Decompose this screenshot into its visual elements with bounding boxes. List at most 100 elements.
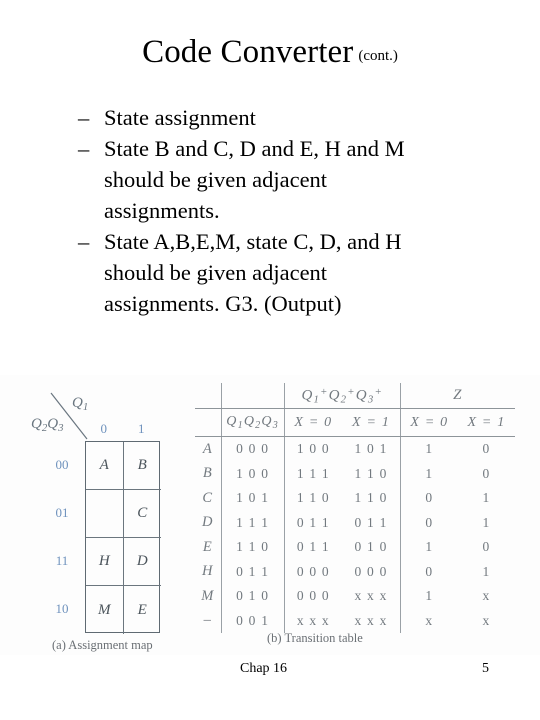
table-row: C 1 0 1 1 1 0 1 1 0 0 1 bbox=[195, 486, 515, 511]
row-next-state-x0: 1 0 0 bbox=[283, 436, 343, 462]
transition-table-caption: (b) Transition table bbox=[267, 631, 363, 645]
kmap-cell: C bbox=[123, 490, 161, 538]
row-output-x1: 0 bbox=[482, 465, 491, 481]
row-state-label: B bbox=[202, 465, 213, 482]
header-spacer bbox=[220, 383, 285, 409]
kmap-cell: A bbox=[86, 442, 124, 490]
row-state-label: A bbox=[202, 440, 213, 457]
row-state-label: M bbox=[201, 587, 215, 604]
row-next-state-x1: 1 1 0 bbox=[354, 490, 388, 506]
kmap-row-header-01: 01 bbox=[55, 505, 69, 520]
table-row: H 0 1 1 0 0 0 0 0 0 0 1 bbox=[195, 559, 515, 584]
kmap-grid: A B C H D M E bbox=[85, 441, 161, 634]
kmap-col-header-0: 0 bbox=[100, 421, 108, 436]
row-state-label: E bbox=[202, 538, 213, 555]
row-next-state-x0: 0 0 0 bbox=[283, 559, 343, 584]
table-row: E 1 1 0 0 1 1 0 1 0 1 0 bbox=[195, 535, 515, 560]
row-output-x1: 1 bbox=[482, 514, 491, 530]
kmap-cell: E bbox=[137, 601, 147, 618]
row-state-vars: 1 0 1 bbox=[220, 486, 285, 511]
row-output-x0: 1 bbox=[399, 436, 458, 462]
assignment-map-caption: (a) Assignment map bbox=[52, 638, 153, 652]
row-next-state-x0: x x x bbox=[283, 608, 343, 633]
row-next-state-x0: 1 1 1 bbox=[283, 461, 343, 486]
row-output-x0: 1 bbox=[399, 584, 458, 609]
kmap-row-header-11: 11 bbox=[55, 553, 69, 568]
figure-area: Q1 Q2Q3 0 1 00 01 11 10 A B C H D M E (a… bbox=[0, 375, 540, 655]
footer-page-number: 5 bbox=[482, 661, 489, 676]
row-output-x0: 0 bbox=[399, 486, 458, 511]
header-z-x0: X = 0 bbox=[399, 408, 458, 437]
row-next-state-x0: 1 1 0 bbox=[283, 486, 343, 511]
bullet-dash-icon: – bbox=[78, 229, 90, 254]
header-ns-x1: X = 1 bbox=[342, 408, 401, 437]
kmap-cell: B bbox=[123, 442, 161, 490]
bullet-line: should be given adjacent bbox=[104, 167, 328, 192]
row-output-x0: 1 bbox=[399, 535, 458, 560]
row-output-x1: 1 bbox=[482, 490, 491, 506]
row-next-state-x1: 1 1 0 bbox=[354, 465, 388, 481]
row-state-vars: 0 0 1 bbox=[220, 608, 285, 633]
kmap-row-axis-label: Q2Q3 bbox=[31, 416, 64, 435]
row-state-vars: 0 0 0 bbox=[220, 436, 285, 462]
header-next-state: Q1+Q2+Q3+ bbox=[283, 383, 401, 409]
assignment-map-figure: Q1 Q2Q3 0 1 00 01 11 10 A B C H D M E (a… bbox=[25, 383, 215, 653]
row-state-vars: 1 1 0 bbox=[220, 535, 285, 560]
row-state-vars: 1 0 0 bbox=[220, 461, 285, 486]
list-item: – State assignment bbox=[78, 102, 508, 133]
row-output-x1: 0 bbox=[482, 441, 491, 457]
header-output: Z bbox=[399, 383, 515, 409]
row-next-state-x1: 1 0 1 bbox=[354, 441, 388, 457]
row-state-label: C bbox=[202, 489, 214, 506]
row-next-state-x0: 0 1 1 bbox=[283, 510, 343, 535]
transition-table: Q1+Q2+Q3+ Z Q1Q2Q3 X = 0 X = 1 X = 0 X =… bbox=[195, 383, 515, 633]
header-z-x1: X = 1 bbox=[457, 408, 515, 437]
row-next-state-x0: 0 1 1 bbox=[283, 535, 343, 560]
row-next-state-x1: x x x bbox=[354, 612, 388, 628]
bullet-line: assignments. G3. (Output) bbox=[104, 291, 342, 316]
table-header-sub-row: Q1Q2Q3 X = 0 X = 1 X = 0 X = 1 bbox=[195, 408, 515, 437]
row-output-x1: x bbox=[482, 612, 491, 628]
row-output-x0: 0 bbox=[399, 510, 458, 535]
row-next-state-x1: x x x bbox=[354, 588, 388, 604]
row-next-state-x1: 0 1 0 bbox=[354, 539, 388, 555]
bullet-line: State A,B,E,M, state C, D, and H bbox=[104, 229, 402, 254]
row-state-vars: 0 1 0 bbox=[220, 584, 285, 609]
bullet-dash-icon: – bbox=[78, 105, 90, 130]
page-title-continuation: (cont.) bbox=[358, 48, 398, 64]
kmap-row-header-10: 10 bbox=[55, 601, 69, 616]
kmap-cell: D bbox=[123, 538, 161, 586]
kmap-col-header-1: 1 bbox=[138, 421, 145, 436]
header-state-col bbox=[195, 408, 222, 437]
table-row: M 0 1 0 0 0 0 x x x 1 x bbox=[195, 584, 515, 609]
kmap-row-header-00: 00 bbox=[55, 457, 69, 472]
row-state-label: – bbox=[203, 612, 213, 629]
row-state-label: H bbox=[202, 563, 214, 580]
footer-chapter: Chap 16 bbox=[240, 661, 288, 676]
table-row: D 1 1 1 0 1 1 0 1 1 0 1 bbox=[195, 510, 515, 535]
header-state-vars: Q1Q2Q3 bbox=[220, 408, 285, 437]
table-row: B 1 0 0 1 1 1 1 1 0 1 0 bbox=[195, 461, 515, 486]
kmap-cell: M bbox=[86, 586, 124, 634]
header-ns-x0: X = 0 bbox=[283, 408, 343, 437]
bullet-line: State assignment bbox=[104, 105, 256, 130]
list-item: – State A,B,E,M, state C, D, and H shoul… bbox=[78, 226, 508, 319]
kmap-cell: H bbox=[86, 538, 124, 586]
row-output-x1: 1 bbox=[482, 563, 491, 579]
row-output-x0: 1 bbox=[399, 461, 458, 486]
table-row: – 0 0 1 x x x x x x x x bbox=[195, 608, 515, 633]
transition-table-figure: Q1+Q2+Q3+ Z Q1Q2Q3 X = 0 X = 1 X = 0 X =… bbox=[195, 383, 515, 655]
table-header-group-row: Q1+Q2+Q3+ Z bbox=[195, 383, 515, 409]
row-state-label: D bbox=[202, 514, 214, 531]
row-output-x1: x bbox=[482, 588, 491, 604]
table-row: A 0 0 0 1 0 0 1 0 1 1 0 bbox=[195, 436, 515, 462]
page-title-main: Code Converter bbox=[142, 34, 354, 70]
row-next-state-x0: 0 0 0 bbox=[283, 584, 343, 609]
row-state-vars: 0 1 1 bbox=[220, 559, 285, 584]
row-output-x1: 0 bbox=[482, 539, 491, 555]
row-next-state-x1: 0 0 0 bbox=[354, 563, 388, 579]
row-output-x0: x bbox=[399, 608, 458, 633]
page-title: Code Converter (cont.) bbox=[0, 36, 540, 69]
kmap-column-axis-label: Q1 bbox=[72, 395, 89, 414]
bullet-line: State B and C, D and E, H and M bbox=[104, 136, 405, 161]
